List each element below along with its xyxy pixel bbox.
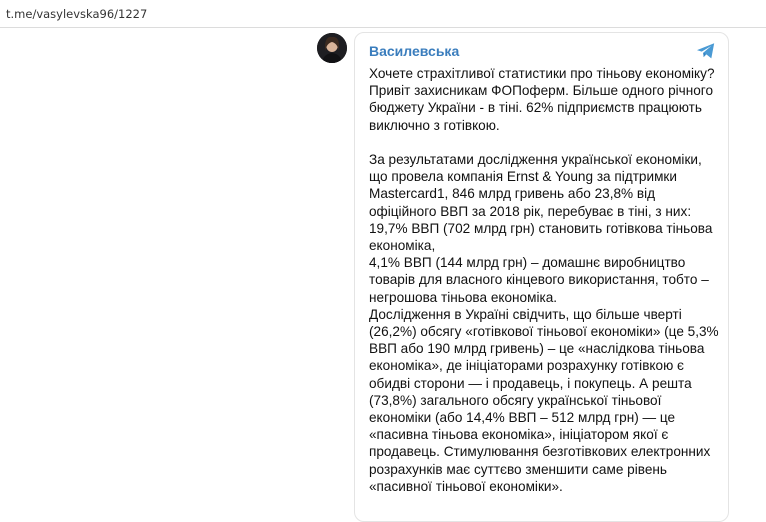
post-text: Хочете страхітливої статистики про тіньо… (369, 65, 721, 495)
channel-avatar[interactable] (317, 33, 347, 63)
post-paragraph-details: Дослідження в Україні свідчить, що більш… (369, 306, 719, 494)
page-content: Василевська Хочете страхітливої статисти… (0, 28, 766, 522)
address-bar[interactable]: t.me/vasylevska96/1227 (0, 0, 766, 28)
post-paragraph-noncash: 4,1% ВВП (144 млрд грн) – домашнє виробн… (369, 255, 709, 305)
post-paragraph-study: За результатами дослідження української … (369, 152, 713, 254)
avatar-icon (317, 33, 347, 63)
post-paragraph-intro: Хочете страхітливої статистики про тіньо… (369, 66, 715, 133)
telegram-post-card: Василевська Хочете страхітливої статисти… (354, 32, 729, 522)
telegram-icon[interactable] (696, 42, 716, 60)
channel-name[interactable]: Василевська (369, 43, 459, 59)
address-url[interactable]: t.me/vasylevska96/1227 (6, 7, 147, 21)
